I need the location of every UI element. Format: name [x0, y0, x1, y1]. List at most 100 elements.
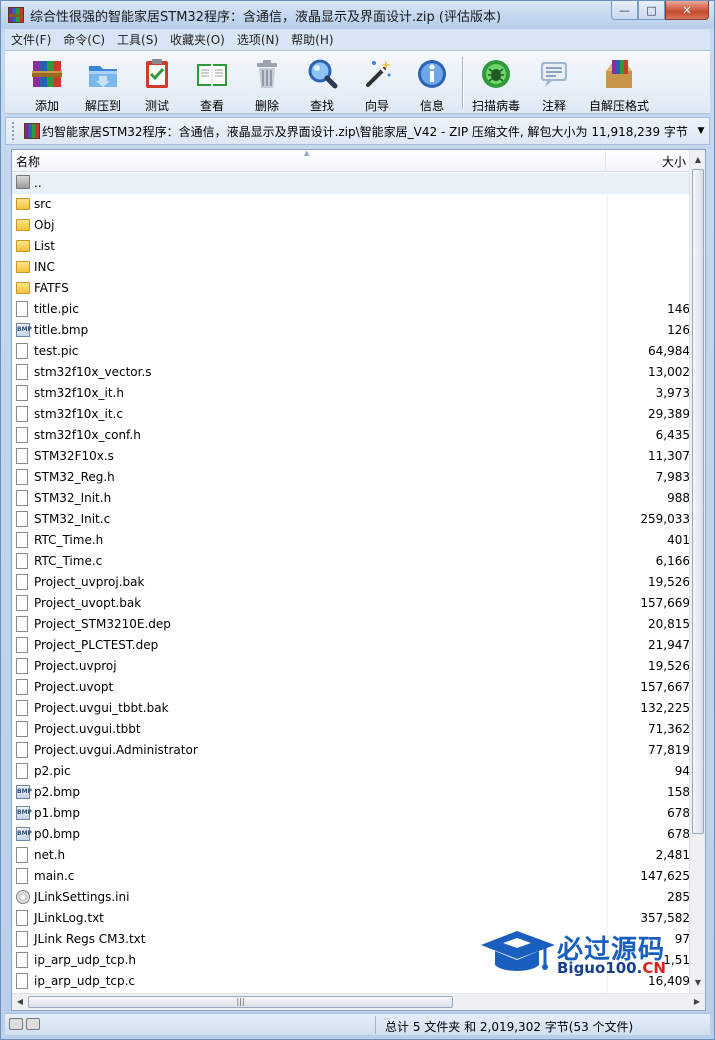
file-size: 64,984 [648, 344, 690, 358]
file-row[interactable]: Obj [12, 215, 690, 236]
winrar-app-icon[interactable] [8, 7, 24, 23]
file-row[interactable]: p2.pic 94 [12, 761, 690, 782]
menu-commands[interactable]: 命令(C) [57, 31, 111, 48]
document-file-icon [16, 490, 30, 506]
file-row[interactable]: Project.uvproj 19,526 [12, 656, 690, 677]
file-row[interactable]: STM32_Reg.h 7,983 [12, 467, 690, 488]
file-row[interactable]: RTC_Time.h 401 [12, 530, 690, 551]
maximize-button[interactable]: □ [638, 1, 665, 20]
file-row[interactable]: Project.uvgui.Administrator 77,819 [12, 740, 690, 761]
info-icon [415, 57, 449, 91]
folder-icon [16, 259, 30, 275]
column-size-header[interactable]: 大小 [607, 150, 690, 172]
close-button[interactable]: ✕ [665, 1, 709, 20]
comment-button[interactable]: 注释 [526, 57, 582, 113]
file-row[interactable]: Project_PLCTEST.dep 21,947 [12, 635, 690, 656]
minimize-button[interactable]: — [611, 1, 638, 20]
file-size: 988 [667, 491, 690, 505]
vertical-scroll-thumb[interactable] [692, 169, 704, 834]
file-name: stm32f10x_it.c [34, 407, 123, 421]
file-row[interactable]: Project_uvopt.bak 157,669 [12, 593, 690, 614]
file-size: 71,362 [648, 722, 690, 736]
menu-file[interactable]: 文件(F) [5, 31, 57, 48]
comment-button-label: 注释 [541, 99, 566, 113]
file-row[interactable]: BMP p2.bmp 158 [12, 782, 690, 803]
file-row[interactable]: BMP p0.bmp 678 [12, 824, 690, 845]
file-row[interactable]: BMP title.bmp 126 [12, 320, 690, 341]
window-controls: — □ ✕ [611, 1, 709, 20]
file-row[interactable]: FATFS [12, 278, 690, 299]
vertical-scrollbar[interactable]: ▲ ▼ [689, 150, 705, 993]
document-file-icon [16, 658, 30, 674]
extract-to-button[interactable]: 解压到 [75, 57, 131, 113]
add-button[interactable]: 添加 [19, 57, 75, 113]
file-row[interactable]: stm32f10x_it.h 3,973 [12, 383, 690, 404]
file-name: .. [34, 176, 42, 190]
document-file-icon [16, 406, 30, 422]
file-row[interactable]: .. [12, 173, 690, 194]
address-bar[interactable]: 约智能家居STM32程序：含通信，液晶显示及界面设计.zip\智能家居_V42 … [5, 117, 710, 145]
file-row[interactable]: Project.uvgui_tbbt.bak 132,225 [12, 698, 690, 719]
delete-button[interactable]: 删除 [239, 57, 295, 113]
file-row[interactable]: Project.uvgui.tbbt 71,362 [12, 719, 690, 740]
wizard-wand-icon [360, 57, 394, 91]
file-row[interactable]: STM32_Init.c 259,033 [12, 509, 690, 530]
file-row[interactable]: RTC_Time.c 6,166 [12, 551, 690, 572]
view-button[interactable]: 查看 [184, 57, 240, 113]
document-file-icon-shape [16, 343, 28, 359]
file-row[interactable]: main.c 147,625 [12, 866, 690, 887]
view-book-icon [195, 57, 229, 91]
menu-favorites[interactable]: 收藏夹(O) [164, 31, 231, 48]
wizard-button[interactable]: 向导 [349, 57, 405, 113]
file-row[interactable]: STM32_Init.h 988 [12, 488, 690, 509]
sfx-button[interactable]: 自解压格式 [588, 57, 650, 113]
horizontal-scrollbar[interactable]: ◀ ||| ▶ [12, 993, 705, 1010]
file-row[interactable]: BMP p1.bmp 678 [12, 803, 690, 824]
file-row[interactable]: JLinkLog.txt 357,582 [12, 908, 690, 929]
file-name: stm32f10x_it.h [34, 386, 124, 400]
file-name: ip_arp_udp_tcp.h [34, 953, 137, 967]
file-row[interactable]: List [12, 236, 690, 257]
title-bar[interactable]: 综合性很强的智能家居STM32程序：含通信，液晶显示及界面设计.zip (评估版… [1, 1, 714, 29]
document-file-icon [16, 343, 30, 359]
file-row[interactable]: stm32f10x_vector.s 13,002 [12, 362, 690, 383]
file-name: p1.bmp [34, 806, 80, 820]
menu-options[interactable]: 选项(N) [231, 31, 285, 48]
file-name: Obj [34, 218, 55, 232]
menu-help[interactable]: 帮助(H) [285, 31, 339, 48]
scroll-left-arrow-icon[interactable]: ◀ [12, 994, 28, 1010]
test-button[interactable]: 测试 [129, 57, 185, 113]
bitmap-file-icon-shape: BMP [16, 785, 32, 799]
menu-tools[interactable]: 工具(S) [111, 31, 164, 48]
info-button[interactable]: 信息 [404, 57, 460, 113]
drive-icon[interactable] [9, 1018, 23, 1030]
file-size: 126 [667, 323, 690, 337]
find-button[interactable]: 查找 [294, 57, 350, 113]
status-separator [375, 1016, 376, 1034]
document-file-icon [16, 637, 30, 653]
file-row[interactable]: title.pic 146 [12, 299, 690, 320]
file-row[interactable]: JLinkSettings.ini 285 [12, 887, 690, 908]
file-row[interactable]: test.pic 64,984 [12, 341, 690, 362]
file-row[interactable]: src [12, 194, 690, 215]
file-row[interactable]: STM32F10x.s 11,307 [12, 446, 690, 467]
document-file-icon [16, 616, 30, 632]
file-row[interactable]: stm32f10x_conf.h 6,435 [12, 425, 690, 446]
file-row[interactable]: Project.uvopt 157,667 [12, 677, 690, 698]
scroll-down-arrow-icon[interactable]: ▼ [690, 975, 705, 991]
file-row[interactable]: INC [12, 257, 690, 278]
key-icon[interactable] [26, 1018, 40, 1030]
file-row[interactable]: Project_STM3210E.dep 20,815 [12, 614, 690, 635]
scroll-right-arrow-icon[interactable]: ▶ [689, 994, 705, 1010]
horizontal-scroll-thumb[interactable]: ||| [28, 996, 453, 1008]
file-row[interactable]: Project_uvproj.bak 19,526 [12, 572, 690, 593]
file-row[interactable]: stm32f10x_it.c 29,389 [12, 404, 690, 425]
column-name-header[interactable]: 名称 ▲ [12, 150, 606, 172]
file-list[interactable]: 名称 ▲ 大小 .. src Obj List INC FATFS title.pic 146… [11, 149, 706, 1011]
file-row[interactable]: net.h 2,481 [12, 845, 690, 866]
address-dropdown-icon[interactable]: ▼ [693, 126, 709, 136]
document-file-icon-shape [16, 490, 28, 506]
scroll-up-arrow-icon[interactable]: ▲ [690, 152, 705, 168]
settings-file-icon-shape [16, 890, 30, 904]
scan-virus-button[interactable]: 扫描病毒 [468, 57, 524, 113]
